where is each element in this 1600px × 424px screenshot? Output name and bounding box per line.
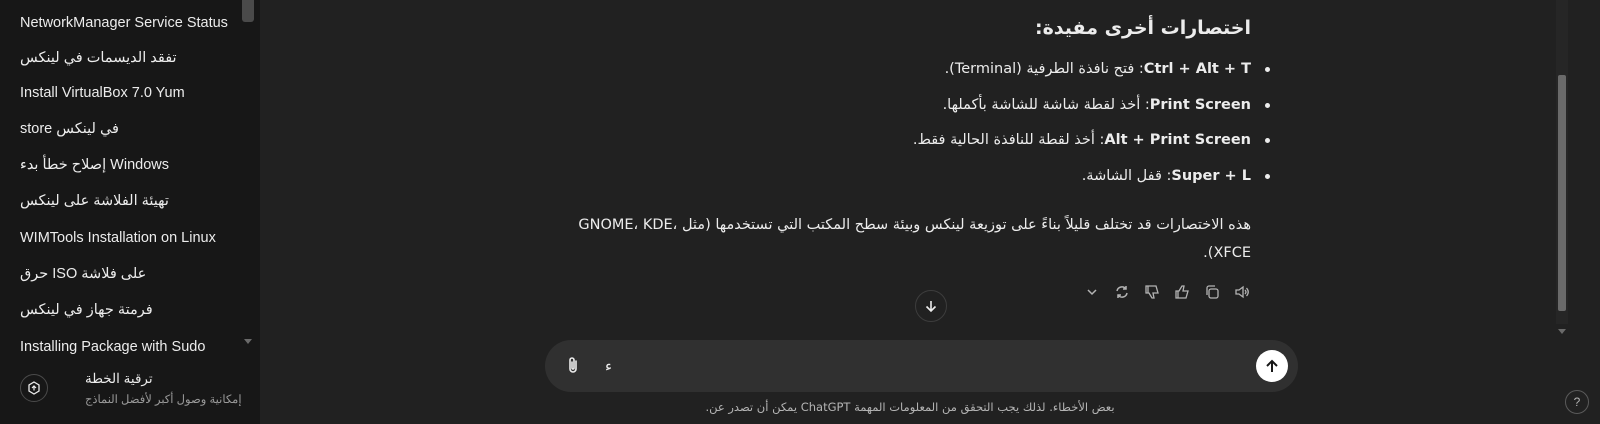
shortcut-key: Alt + Print Screen: [1104, 132, 1251, 148]
paperclip-icon: [569, 357, 577, 373]
sidebar-item-label: store في لينكس: [20, 121, 119, 137]
message-actions: [1080, 280, 1254, 306]
send-button[interactable]: [1256, 350, 1288, 382]
sidebar-item-label: تفقد الديسمات في لينكس: [20, 50, 177, 66]
read-aloud-icon[interactable]: [1230, 280, 1254, 304]
upgrade-plan-title: ترقية الخطة: [85, 371, 153, 386]
list-item: Alt + Print Screen: أخذ لقطة للنافذة الح…: [912, 128, 1270, 152]
thumbs-up-icon[interactable]: [1170, 280, 1194, 304]
regenerate-icon[interactable]: [1110, 280, 1134, 304]
sidebar-scrollbar-thumb[interactable]: [242, 0, 254, 22]
message-heading: اختصارات أخرى مفيدة:: [1034, 17, 1251, 39]
sidebar-item-conversation[interactable]: تفقد الديسمات في لينكس: [10, 41, 232, 75]
sidebar-item-conversation[interactable]: إصلاح خطأ بدء Windows: [10, 148, 232, 182]
sidebar-item-label: Install VirtualBox 7.0 Yum: [20, 85, 185, 101]
sidebar-item-conversation[interactable]: حرق ISO على فلاشة: [10, 257, 232, 291]
sidebar-item-conversation[interactable]: store في لينكس: [10, 112, 232, 146]
sidebar-scroll-down-arrow[interactable]: [244, 339, 252, 344]
message-composer: [545, 340, 1298, 392]
sidebar: NetworkManager Service Status تفقد الديس…: [0, 0, 260, 424]
sidebar-item-conversation[interactable]: فرمتة جهاز في لينكس: [10, 293, 232, 327]
scroll-to-bottom-button[interactable]: [915, 290, 947, 322]
sidebar-item-label: NetworkManager Service Status: [20, 15, 228, 31]
sidebar-item-label: WIMTools Installation on Linux: [20, 230, 216, 246]
sidebar-item-conversation[interactable]: WIMTools Installation on Linux: [10, 221, 232, 255]
model-switch-chevron-icon[interactable]: [1080, 280, 1104, 304]
list-item: Super + L: قفل الشاشة.: [1081, 164, 1270, 188]
shortcut-description: : قفل الشاشة.: [1081, 168, 1172, 184]
list-item: Ctrl + Alt + T: فتح نافذة الطرفية (Termi…: [944, 57, 1270, 81]
sidebar-item-label: إصلاح خطأ بدء Windows: [20, 157, 170, 173]
sidebar-item-conversation[interactable]: تهيئة الفلاشة على لينكس: [10, 184, 232, 218]
sidebar-item-conversation[interactable]: Installing Package with Sudo: [10, 330, 232, 357]
bullet-dot: [1265, 138, 1270, 143]
arrow-up-icon: [1266, 359, 1278, 372]
sidebar-item-label: فرمتة جهاز في لينكس: [20, 302, 153, 318]
sidebar-item-label: حرق ISO على فلاشة: [20, 266, 147, 282]
thumbs-down-icon[interactable]: [1140, 280, 1164, 304]
sidebar-item-conversation[interactable]: NetworkManager Service Status: [10, 6, 232, 40]
sidebar-item-label: Installing Package with Sudo: [20, 339, 206, 355]
bullet-dot: [1265, 174, 1270, 179]
conversation-list: NetworkManager Service Status تفقد الديس…: [0, 0, 260, 357]
help-button[interactable]: ?: [1565, 390, 1589, 414]
shortcut-description: : أخذ لقطة للنافذة الحالية فقط.: [912, 132, 1105, 148]
message-input[interactable]: [601, 352, 1231, 380]
shortcut-key: Ctrl + Alt + T: [1143, 61, 1251, 77]
disclaimer-text: بعض الأخطاء. لذلك يجب التحقق من المعلوما…: [705, 400, 1115, 414]
sidebar-item-conversation[interactable]: Install VirtualBox 7.0 Yum: [10, 76, 232, 110]
message-paragraph: هذه الاختصارات قد تختلف قليلاً بناءً على…: [578, 217, 1251, 261]
upgrade-plan-button[interactable]: ترقية الخطة إمكانية وصول أكبر لأفضل النم…: [10, 364, 250, 416]
main-scroll-down-arrow[interactable]: [1558, 329, 1566, 334]
sidebar-item-label: تهيئة الفلاشة على لينكس: [20, 193, 169, 209]
arrow-down-icon: [925, 301, 937, 313]
shortcut-description: : أخذ لقطة شاشة للشاشة بأكملها.: [942, 97, 1150, 113]
chat-main: اختصارات أخرى مفيدة: Ctrl + Alt + T: فتح…: [260, 0, 1600, 424]
upgrade-plan-icon: [20, 374, 48, 402]
shortcut-description: : فتح نافذة الطرفية (Terminal).: [944, 61, 1144, 77]
list-item: Print Screen: أخذ لقطة شاشة للشاشة بأكمل…: [942, 93, 1270, 117]
shortcut-key: Super + L: [1171, 168, 1251, 184]
attach-button[interactable]: [557, 350, 589, 382]
shortcut-key: Print Screen: [1149, 97, 1251, 113]
upgrade-plan-subtitle: إمكانية وصول أكبر لأفضل النماذج: [85, 394, 242, 406]
copy-icon[interactable]: [1200, 280, 1224, 304]
bullet-dot: [1265, 103, 1270, 108]
main-scrollbar-thumb[interactable]: [1558, 75, 1566, 311]
bullet-dot: [1265, 67, 1270, 72]
